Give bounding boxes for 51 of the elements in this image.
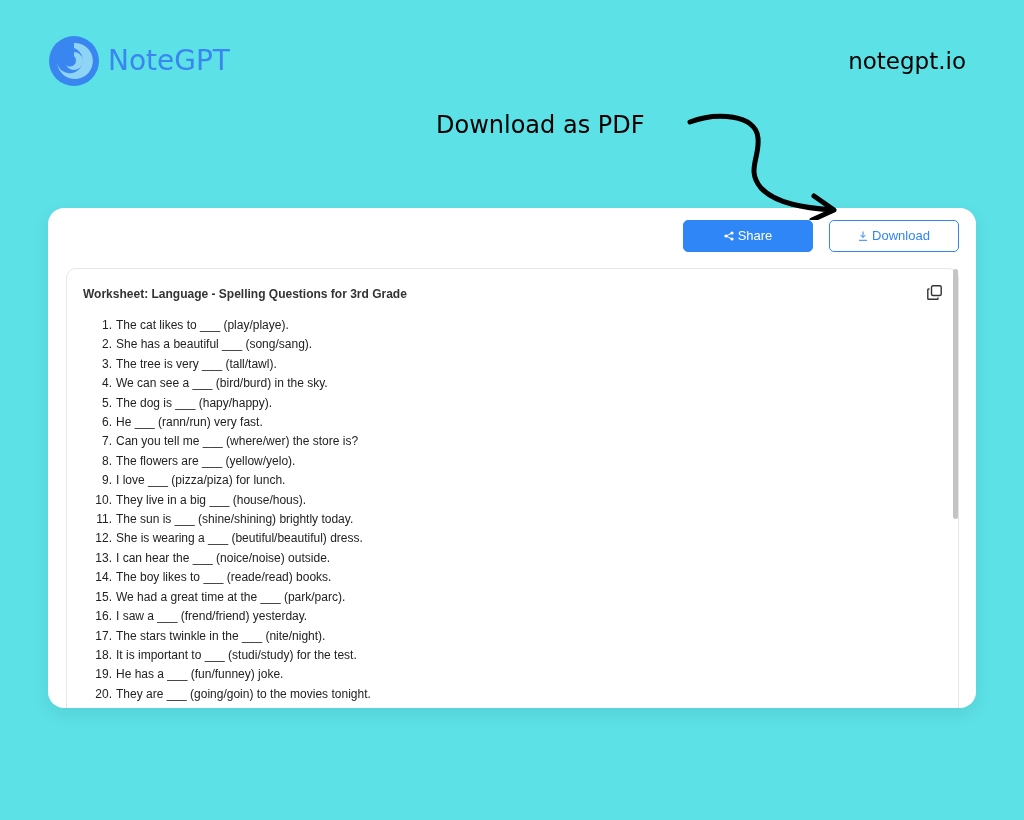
question-text: The stars twinkle in the ___ (nite/night). bbox=[116, 627, 326, 645]
download-icon bbox=[858, 231, 869, 241]
question-text: She is wearing a ___ (beutiful/beautiful) dress. bbox=[116, 530, 363, 548]
question-text: The flowers are ___ (yellow/yelo). bbox=[116, 452, 296, 470]
question-text: They are ___ (going/goin) to the movies tonight. bbox=[116, 685, 371, 703]
copy-icon[interactable] bbox=[927, 285, 942, 300]
share-button[interactable]: Share bbox=[683, 220, 813, 252]
question-text: Can you tell me ___ (where/wer) the store is? bbox=[116, 433, 359, 451]
question-text: I love ___ (pizza/piza) for lunch. bbox=[116, 472, 286, 490]
question-number: 1. bbox=[101, 317, 113, 334]
question-number: 8. bbox=[101, 452, 113, 470]
question-number: 7. bbox=[101, 433, 113, 451]
question-text: I saw a ___ (frend/friend) yesterday. bbox=[116, 608, 308, 626]
question-number: 10. bbox=[94, 491, 113, 509]
question-text: The cat likes to ___ (play/playe). bbox=[116, 317, 289, 334]
question-number: 4. bbox=[101, 375, 113, 393]
question-text: He has a ___ (fun/funney) joke. bbox=[116, 666, 284, 684]
question-number: 18. bbox=[94, 646, 113, 664]
question-text: It is important to ___ (studi/study) for the test. bbox=[116, 646, 357, 664]
question-number: 9. bbox=[101, 472, 113, 490]
question-text: I can hear the ___ (noice/noise) outside. bbox=[116, 549, 331, 567]
question-number: 11. bbox=[95, 511, 113, 529]
question-number: 6. bbox=[101, 414, 113, 432]
question-number: 14. bbox=[94, 569, 113, 587]
download-button[interactable]: Download bbox=[829, 220, 959, 252]
scrollbar[interactable] bbox=[953, 269, 958, 519]
question-text: The tree is very ___ (tall/tawl). bbox=[116, 355, 277, 373]
question-number: 3. bbox=[101, 355, 113, 373]
callout-text: Download as PDF bbox=[436, 110, 645, 141]
website-address: notegpt.io bbox=[848, 46, 966, 76]
share-icon bbox=[723, 231, 734, 241]
question-number: 2. bbox=[101, 336, 113, 354]
question-number: 13. bbox=[94, 549, 113, 567]
question-number: 16. bbox=[94, 608, 113, 626]
question-text: We can see a ___ (bird/burd) in the sky. bbox=[116, 375, 328, 393]
question-text: She has a beautiful ___ (song/sang). bbox=[116, 336, 313, 354]
question-text: The sun is ___ (shine/shining) brightly today. bbox=[116, 511, 354, 529]
question-number: 15. bbox=[94, 588, 113, 606]
question-text: The boy likes to ___ (reade/read) books. bbox=[116, 569, 332, 587]
question-number: 19. bbox=[94, 666, 113, 684]
question-number: 17. bbox=[94, 627, 113, 645]
question-text: He ___ (rann/run) very fast. bbox=[116, 414, 263, 432]
question-number: 5. bbox=[101, 394, 113, 412]
question-text: The dog is ___ (hapy/happy). bbox=[116, 394, 273, 412]
brand-name: NoteGPT bbox=[108, 43, 230, 79]
worksheet-title: Worksheet: Language - Spelling Questions for 3rd Grade bbox=[83, 286, 407, 303]
question-text: They live in a big ___ (house/hous). bbox=[116, 491, 307, 509]
question-text: We had a great time at the ___ (park/parc). bbox=[116, 588, 346, 606]
logo-icon bbox=[48, 35, 100, 87]
question-number: 12. bbox=[94, 530, 113, 548]
question-number: 20. bbox=[94, 685, 113, 703]
